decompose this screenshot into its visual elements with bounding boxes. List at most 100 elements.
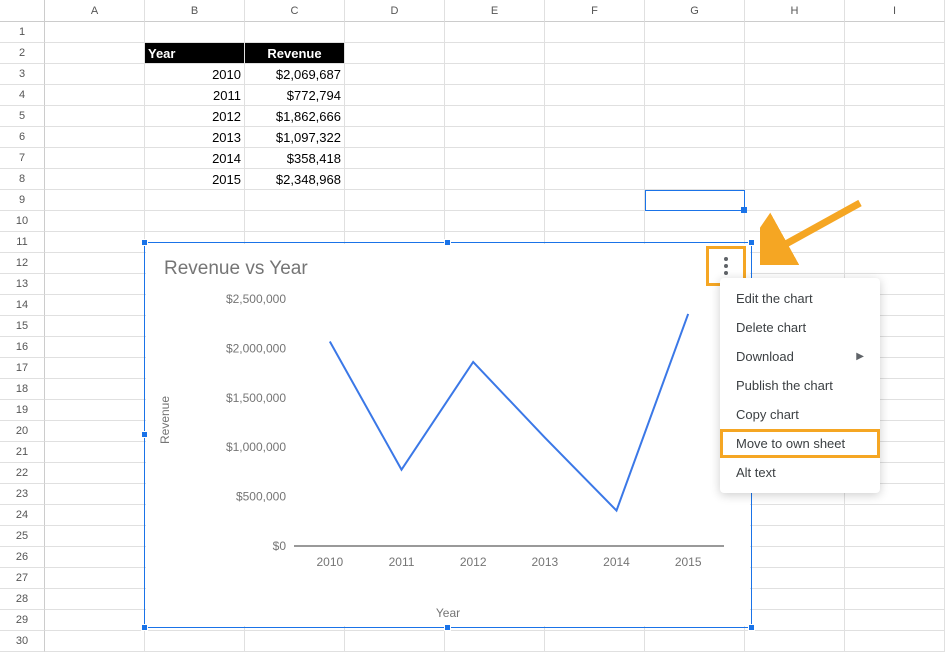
cell-H8[interactable] xyxy=(745,169,845,190)
cell-B5[interactable]: 2012 xyxy=(145,106,245,127)
cell-I11[interactable] xyxy=(845,232,945,253)
cell-A27[interactable] xyxy=(45,568,145,589)
cell-G4[interactable] xyxy=(645,85,745,106)
menu-item-publish[interactable]: Publish the chart xyxy=(720,371,880,400)
cell-F2[interactable] xyxy=(545,43,645,64)
row-header-6[interactable]: 6 xyxy=(0,127,45,148)
cell-I9[interactable] xyxy=(845,190,945,211)
cell-I30[interactable] xyxy=(845,631,945,652)
cell-H27[interactable] xyxy=(745,568,845,589)
row-header-26[interactable]: 26 xyxy=(0,547,45,568)
row-header-17[interactable]: 17 xyxy=(0,358,45,379)
cell-H11[interactable] xyxy=(745,232,845,253)
cell-B3[interactable]: 2010 xyxy=(145,64,245,85)
cell-D8[interactable] xyxy=(345,169,445,190)
cell-I10[interactable] xyxy=(845,211,945,232)
cell-F7[interactable] xyxy=(545,148,645,169)
cell-A7[interactable] xyxy=(45,148,145,169)
cell-A16[interactable] xyxy=(45,337,145,358)
cell-A23[interactable] xyxy=(45,484,145,505)
cell-F1[interactable] xyxy=(545,22,645,43)
row-header-11[interactable]: 11 xyxy=(0,232,45,253)
row-header-19[interactable]: 19 xyxy=(0,400,45,421)
cell-F30[interactable] xyxy=(545,631,645,652)
cell-A14[interactable] xyxy=(45,295,145,316)
cell-C4[interactable]: $772,794 xyxy=(245,85,345,106)
menu-item-copy[interactable]: Copy chart xyxy=(720,400,880,429)
cell-D3[interactable] xyxy=(345,64,445,85)
row-header-20[interactable]: 20 xyxy=(0,421,45,442)
cell-A1[interactable] xyxy=(45,22,145,43)
cell-D10[interactable] xyxy=(345,211,445,232)
cell-A4[interactable] xyxy=(45,85,145,106)
row-header-3[interactable]: 3 xyxy=(0,64,45,85)
cell-B10[interactable] xyxy=(145,211,245,232)
cell-E3[interactable] xyxy=(445,64,545,85)
cell-C5[interactable]: $1,862,666 xyxy=(245,106,345,127)
cell-F6[interactable] xyxy=(545,127,645,148)
cell-C7[interactable]: $358,418 xyxy=(245,148,345,169)
menu-item-move[interactable]: Move to own sheet xyxy=(720,429,880,458)
cell-B2[interactable]: Year xyxy=(145,43,245,64)
cell-H29[interactable] xyxy=(745,610,845,631)
cell-I3[interactable] xyxy=(845,64,945,85)
row-header-27[interactable]: 27 xyxy=(0,568,45,589)
cell-C30[interactable] xyxy=(245,631,345,652)
column-header-B[interactable]: B xyxy=(145,0,245,22)
cell-H25[interactable] xyxy=(745,526,845,547)
column-header-G[interactable]: G xyxy=(645,0,745,22)
cell-G2[interactable] xyxy=(645,43,745,64)
cell-D9[interactable] xyxy=(345,190,445,211)
cell-I4[interactable] xyxy=(845,85,945,106)
cell-G5[interactable] xyxy=(645,106,745,127)
row-header-30[interactable]: 30 xyxy=(0,631,45,652)
row-header-7[interactable]: 7 xyxy=(0,148,45,169)
row-header-8[interactable]: 8 xyxy=(0,169,45,190)
cell-A19[interactable] xyxy=(45,400,145,421)
cell-A12[interactable] xyxy=(45,253,145,274)
cell-I29[interactable] xyxy=(845,610,945,631)
cell-A17[interactable] xyxy=(45,358,145,379)
cell-C6[interactable]: $1,097,322 xyxy=(245,127,345,148)
cell-A13[interactable] xyxy=(45,274,145,295)
cell-I5[interactable] xyxy=(845,106,945,127)
cell-A24[interactable] xyxy=(45,505,145,526)
row-header-14[interactable]: 14 xyxy=(0,295,45,316)
cell-A9[interactable] xyxy=(45,190,145,211)
cell-I28[interactable] xyxy=(845,589,945,610)
cell-C10[interactable] xyxy=(245,211,345,232)
cell-F4[interactable] xyxy=(545,85,645,106)
column-header-D[interactable]: D xyxy=(345,0,445,22)
row-header-2[interactable]: 2 xyxy=(0,43,45,64)
cell-H28[interactable] xyxy=(745,589,845,610)
cell-D5[interactable] xyxy=(345,106,445,127)
cell-I1[interactable] xyxy=(845,22,945,43)
cell-G1[interactable] xyxy=(645,22,745,43)
cell-E10[interactable] xyxy=(445,211,545,232)
cell-C9[interactable] xyxy=(245,190,345,211)
column-header-A[interactable]: A xyxy=(45,0,145,22)
cell-B9[interactable] xyxy=(145,190,245,211)
cell-I2[interactable] xyxy=(845,43,945,64)
cell-C1[interactable] xyxy=(245,22,345,43)
row-header-25[interactable]: 25 xyxy=(0,526,45,547)
cell-H7[interactable] xyxy=(745,148,845,169)
cell-D30[interactable] xyxy=(345,631,445,652)
row-header-21[interactable]: 21 xyxy=(0,442,45,463)
cell-A26[interactable] xyxy=(45,547,145,568)
cell-B30[interactable] xyxy=(145,631,245,652)
cell-C2[interactable]: Revenue xyxy=(245,43,345,64)
cell-E8[interactable] xyxy=(445,169,545,190)
cell-G7[interactable] xyxy=(645,148,745,169)
cell-H26[interactable] xyxy=(745,547,845,568)
cell-A21[interactable] xyxy=(45,442,145,463)
menu-item-edit[interactable]: Edit the chart xyxy=(720,284,880,313)
cell-E2[interactable] xyxy=(445,43,545,64)
row-header-1[interactable]: 1 xyxy=(0,22,45,43)
cell-G3[interactable] xyxy=(645,64,745,85)
cell-A29[interactable] xyxy=(45,610,145,631)
cell-B6[interactable]: 2013 xyxy=(145,127,245,148)
cell-G6[interactable] xyxy=(645,127,745,148)
cell-G30[interactable] xyxy=(645,631,745,652)
cell-G10[interactable] xyxy=(645,211,745,232)
